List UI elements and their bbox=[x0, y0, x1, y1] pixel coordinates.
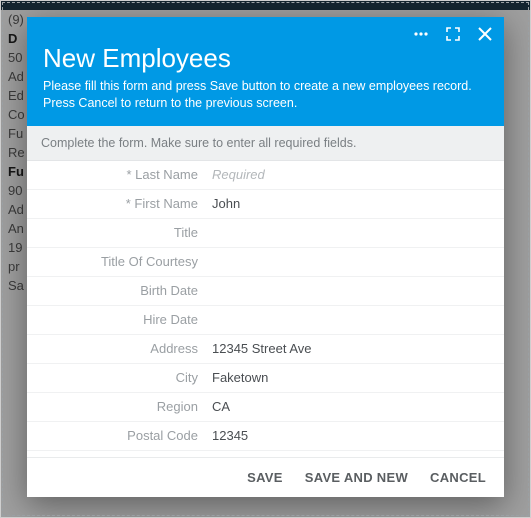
save-button[interactable]: SAVE bbox=[247, 470, 283, 485]
field-city[interactable]: City Faketown bbox=[27, 364, 504, 393]
field-value[interactable] bbox=[212, 314, 504, 326]
field-label: * First Name bbox=[27, 190, 212, 217]
field-value[interactable] bbox=[212, 227, 504, 239]
field-label: * Last Name bbox=[27, 161, 212, 188]
modal-title: New Employees bbox=[43, 43, 488, 74]
field-value[interactable] bbox=[212, 256, 504, 268]
field-title[interactable]: Title bbox=[27, 219, 504, 248]
field-value[interactable]: Faketown bbox=[212, 364, 504, 391]
field-birth-date[interactable]: Birth Date bbox=[27, 277, 504, 306]
close-icon[interactable] bbox=[476, 25, 494, 43]
field-last-name[interactable]: * Last Name Required bbox=[27, 161, 504, 190]
field-hire-date[interactable]: Hire Date bbox=[27, 306, 504, 335]
field-first-name[interactable]: * First Name John bbox=[27, 190, 504, 219]
field-value[interactable]: John bbox=[212, 190, 504, 217]
fullscreen-icon[interactable] bbox=[444, 25, 462, 43]
field-value[interactable]: 12345 Street Ave bbox=[212, 335, 504, 362]
modal-footer: SAVE SAVE AND NEW CANCEL bbox=[27, 457, 504, 497]
field-address[interactable]: Address 12345 Street Ave bbox=[27, 335, 504, 364]
cancel-button[interactable]: CANCEL bbox=[430, 470, 486, 485]
field-region[interactable]: Region CA bbox=[27, 393, 504, 422]
form-body[interactable]: * Last Name Required * First Name John T… bbox=[27, 161, 504, 457]
field-label: Postal Code bbox=[27, 422, 212, 449]
modal-header: New Employees Please fill this form and … bbox=[27, 17, 504, 126]
field-value[interactable]: CA bbox=[212, 393, 504, 420]
modal-subtitle: Please fill this form and press Save but… bbox=[43, 78, 473, 112]
field-label: Hire Date bbox=[27, 306, 212, 333]
field-value[interactable] bbox=[212, 285, 504, 297]
field-value[interactable]: Required bbox=[212, 161, 504, 188]
save-and-new-button[interactable]: SAVE AND NEW bbox=[305, 470, 408, 485]
field-label: Title bbox=[27, 219, 212, 246]
field-value[interactable]: 12345 bbox=[212, 422, 504, 449]
more-icon[interactable] bbox=[412, 25, 430, 43]
new-employees-modal: New Employees Please fill this form and … bbox=[27, 17, 504, 497]
field-label: Region bbox=[27, 393, 212, 420]
field-label: City bbox=[27, 364, 212, 391]
field-postal-code[interactable]: Postal Code 12345 bbox=[27, 422, 504, 451]
form-hint: Complete the form. Make sure to enter al… bbox=[27, 126, 504, 161]
field-label: Title Of Courtesy bbox=[27, 248, 212, 275]
field-title-of-courtesy[interactable]: Title Of Courtesy bbox=[27, 248, 504, 277]
field-label: Birth Date bbox=[27, 277, 212, 304]
field-label: Address bbox=[27, 335, 212, 362]
